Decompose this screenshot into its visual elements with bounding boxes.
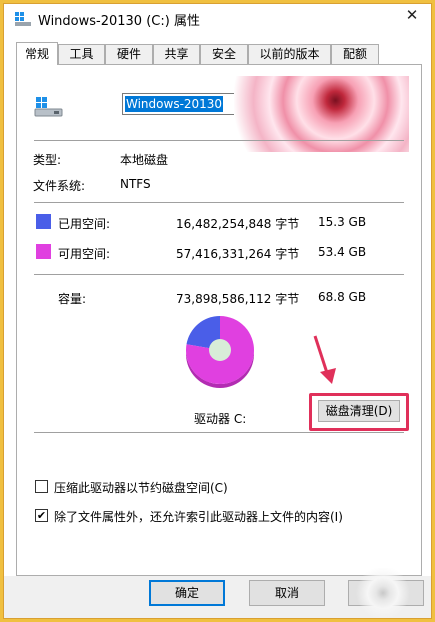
compress-label: 压缩此驱动器以节约磁盘空间(C) [54, 481, 228, 495]
compress-checkbox[interactable] [35, 480, 48, 493]
drive-letter-label: 驱动器 C: [194, 412, 247, 426]
drive-icon [34, 96, 64, 121]
index-label: 除了文件属性外，还允许索引此驱动器上文件的内容(I) [54, 510, 343, 524]
type-value: 本地磁盘 [120, 153, 169, 167]
used-space-size: 15.3 GB [318, 215, 367, 229]
free-space-label: 可用空间: [58, 247, 111, 261]
close-button[interactable]: ✕ [397, 4, 427, 28]
pie-hole [209, 339, 231, 361]
used-space-bytes: 16,482,254,848 字节 [176, 217, 300, 231]
drive-title-icon [14, 11, 32, 30]
free-space-size: 53.4 GB [318, 245, 367, 259]
free-space-swatch [36, 244, 51, 259]
tab-security[interactable]: 安全 [200, 44, 248, 64]
capacity-label: 容量: [58, 292, 87, 306]
type-label: 类型: [33, 153, 62, 167]
tab-general[interactable]: 常规 [16, 42, 58, 65]
tab-tools[interactable]: 工具 [58, 44, 105, 64]
drive-name-text: Windows-20130 [125, 96, 224, 112]
watermark-circle [354, 568, 412, 618]
used-space-swatch [36, 214, 51, 229]
capacity-bytes: 73,898,586,112 字节 [176, 292, 300, 306]
cancel-button[interactable]: 取消 [249, 580, 325, 606]
divider-middle [34, 202, 404, 203]
tab-hardware[interactable]: 硬件 [105, 44, 153, 64]
properties-window: Windows-20130 (C:) 属性 ✕ 常规 工具 硬件 共享 安全 以… [3, 3, 432, 619]
ok-button[interactable]: 确定 [149, 580, 225, 606]
divider-capacity [34, 274, 404, 275]
disk-cleanup-button[interactable]: 磁盘清理(D) [318, 400, 400, 422]
used-space-label: 已用空间: [58, 217, 111, 231]
window-title: Windows-20130 (C:) 属性 [38, 14, 200, 29]
title-bar: Windows-20130 (C:) 属性 ✕ [4, 4, 431, 34]
tab-previous-versions[interactable]: 以前的版本 [248, 44, 331, 64]
divider-bottom [34, 432, 404, 433]
capacity-size: 68.8 GB [318, 290, 367, 304]
divider-top [34, 140, 404, 141]
disk-usage-pie-chart [186, 316, 254, 388]
tab-sharing[interactable]: 共享 [153, 44, 200, 64]
tab-quota[interactable]: 配额 [331, 44, 379, 64]
arrow-icon [313, 335, 336, 384]
filesystem-label: 文件系统: [33, 179, 86, 193]
free-space-bytes: 57,416,331,264 字节 [176, 247, 300, 261]
index-checkbox[interactable]: ✔ [35, 509, 48, 522]
filesystem-value: NTFS [120, 177, 151, 191]
